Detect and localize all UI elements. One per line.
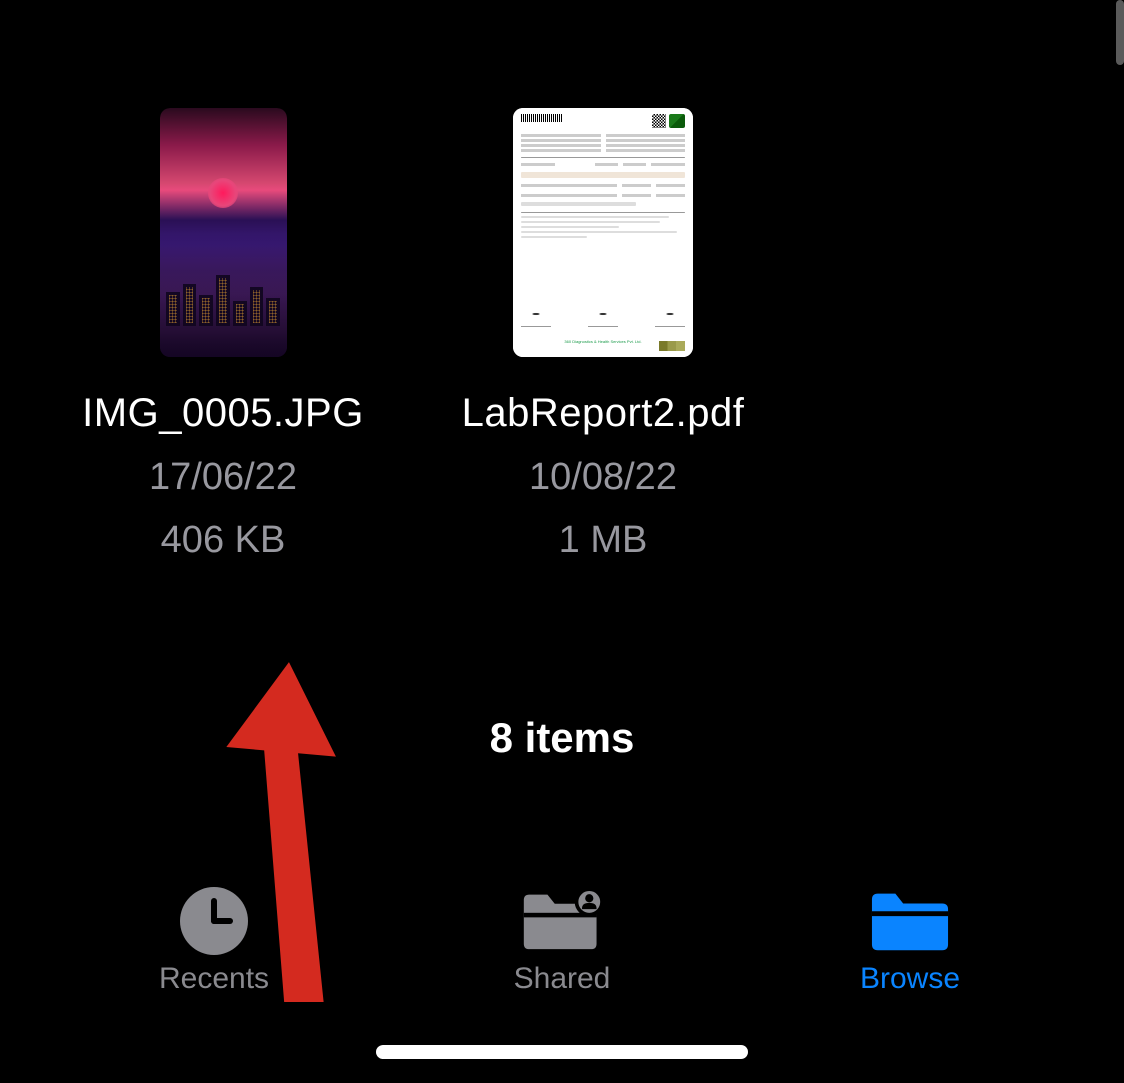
items-count-label: 8 items — [0, 714, 1124, 762]
shared-folder-icon — [522, 888, 602, 954]
file-item-image[interactable]: IMG_0005.JPG 17/06/22 406 KB — [68, 108, 378, 567]
home-indicator[interactable] — [376, 1045, 748, 1059]
file-size-label: 406 KB — [161, 514, 286, 567]
file-date-label: 17/06/22 — [149, 451, 297, 504]
file-name-label: LabReport2.pdf — [462, 385, 745, 441]
tab-browse[interactable]: Browse — [736, 888, 1084, 996]
vertical-scrollbar[interactable] — [1116, 0, 1124, 65]
folder-icon — [870, 888, 950, 954]
file-item-pdf[interactable]: 360 Diagnostics & Health Services Pvt. L… — [448, 108, 758, 567]
file-date-label: 10/08/22 — [529, 451, 677, 504]
tab-recents[interactable]: Recents — [40, 888, 388, 996]
tab-bar: Recents Shared Browse — [0, 857, 1124, 1027]
files-grid: IMG_0005.JPG 17/06/22 406 KB — [0, 0, 1124, 567]
tab-label: Browse — [860, 962, 960, 996]
clock-icon — [174, 888, 254, 954]
file-name-label: IMG_0005.JPG — [82, 385, 364, 441]
tab-label: Shared — [514, 962, 611, 996]
tab-shared[interactable]: Shared — [388, 888, 736, 996]
file-thumbnail — [160, 108, 287, 357]
file-size-label: 1 MB — [559, 514, 648, 567]
tab-label: Recents — [159, 962, 269, 996]
file-thumbnail: 360 Diagnostics & Health Services Pvt. L… — [513, 108, 693, 357]
